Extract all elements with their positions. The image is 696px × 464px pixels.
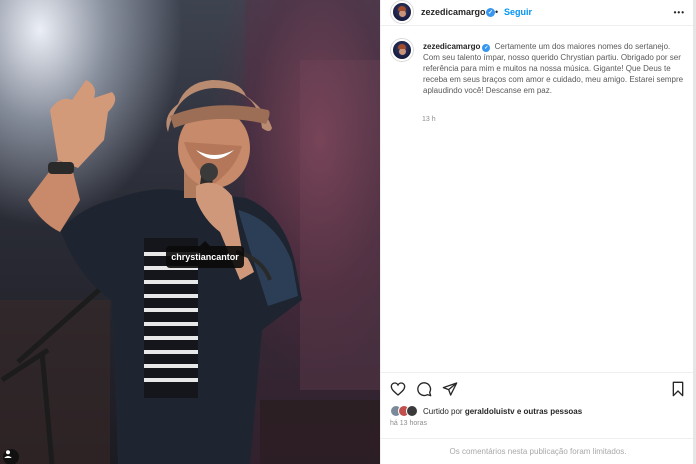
liked-by-text: Curtido por geraldoluistv e outras pesso…: [423, 407, 582, 416]
header-separator: •: [495, 7, 499, 17]
verified-badge-icon: ✓: [486, 8, 495, 17]
bookmark-icon[interactable]: [670, 381, 686, 397]
send-icon[interactable]: [442, 381, 458, 397]
post-timestamp[interactable]: há 13 horas: [390, 420, 427, 427]
verified-badge-icon: ✓: [482, 44, 491, 52]
caption-timestamp: 13 h: [422, 116, 436, 123]
follow-button[interactable]: Seguir: [504, 7, 532, 17]
liked-others-link[interactable]: e outras pessoas: [517, 407, 582, 416]
comments-limited-notice: Os comentários nesta publicação foram li…: [380, 438, 696, 464]
action-bar: [380, 372, 696, 402]
liker-avatar[interactable]: [406, 405, 418, 417]
post-photo[interactable]: chrystiancantor: [0, 0, 380, 464]
caption-avatar[interactable]: [391, 39, 413, 61]
liked-by-username[interactable]: geraldoluistv: [465, 407, 515, 416]
liked-prefix: Curtido por: [423, 406, 463, 416]
post-header: zezedicamargo ✓ • Seguir •••: [381, 0, 696, 26]
author-username[interactable]: zezedicamargo: [421, 7, 486, 17]
performer-illustration: [0, 0, 380, 464]
user-icon: [4, 450, 12, 458]
comment-icon[interactable]: [416, 381, 432, 397]
tagged-users-button[interactable]: [3, 449, 19, 464]
caption-text: zezedicamargo ✓ Certamente um dos maiores…: [423, 41, 685, 96]
heart-icon[interactable]: [390, 381, 406, 397]
author-avatar[interactable]: [391, 1, 413, 23]
more-options-icon[interactable]: •••: [674, 8, 685, 17]
caption-username[interactable]: zezedicamargo: [423, 42, 480, 51]
liked-by-row: Curtido por geraldoluistv e outras pesso…: [390, 404, 582, 418]
tagged-user-label[interactable]: chrystiancantor: [166, 241, 244, 268]
